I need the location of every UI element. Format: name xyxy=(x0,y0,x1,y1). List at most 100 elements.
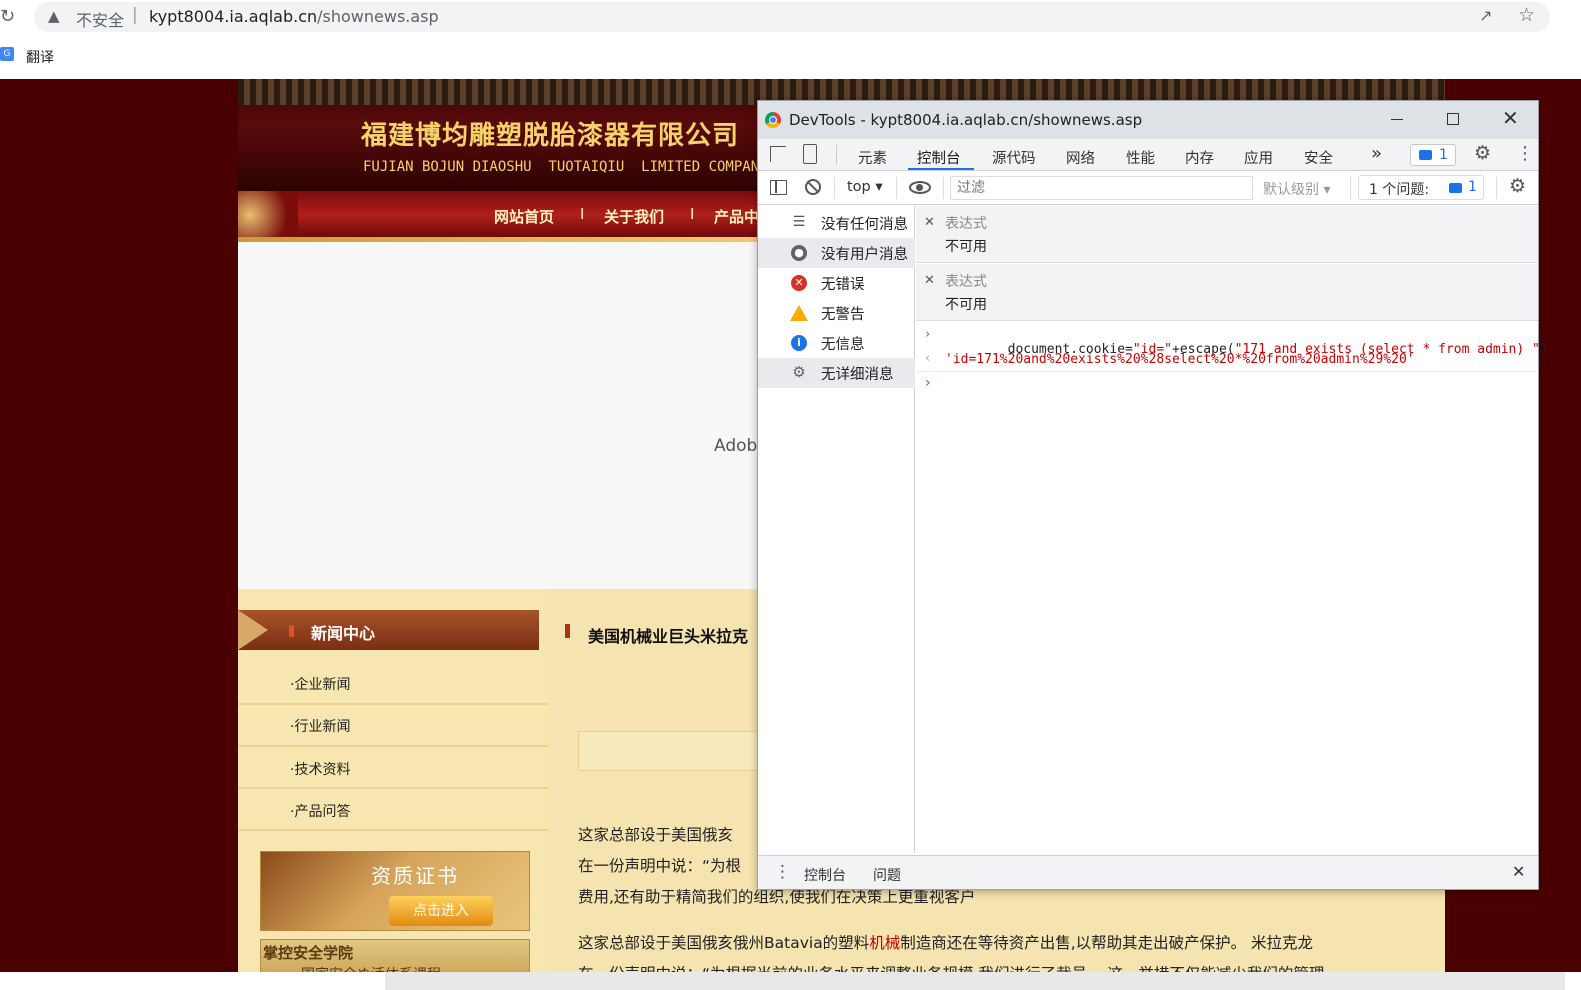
prompt-chevron-icon[interactable]: › xyxy=(925,375,931,391)
sidebar-item-all-messages[interactable]: ☰ 没有任何消息 xyxy=(758,208,915,238)
bottom-scrollbar[interactable] xyxy=(385,972,1565,990)
share-icon[interactable]: ↗ xyxy=(1479,6,1492,25)
warning-triangle-icon[interactable]: ▲ xyxy=(48,7,60,25)
settings-gear-icon[interactable]: ⚙ xyxy=(1474,142,1491,164)
drawer-menu-icon[interactable]: ⋮ xyxy=(774,862,791,882)
tool-separator xyxy=(1496,177,1497,199)
bullet-icon xyxy=(289,625,294,637)
minimize-icon[interactable] xyxy=(1391,119,1403,120)
expression-label[interactable]: 表达式 xyxy=(945,213,987,233)
nav-about[interactable]: 关于我们 xyxy=(604,206,664,227)
expression-label[interactable]: 表达式 xyxy=(945,271,987,291)
category-item[interactable]: ·企业新闻 xyxy=(290,674,350,694)
code-end: ) xyxy=(1539,342,1548,357)
console-result[interactable]: 'id=171%20and%20exists%20%28select%20*%2… xyxy=(945,352,1415,367)
console-input-row: › document.cookie="id="+escape("171 and … xyxy=(916,324,1548,357)
certificate-banner[interactable]: 资质证书 点击进入 xyxy=(260,851,530,931)
article-title: 美国机械业巨头米拉克 xyxy=(588,627,749,646)
more-tabs-icon[interactable]: » xyxy=(1371,143,1382,164)
article-paragraph: 在一份声明中说：“为根 xyxy=(578,857,742,875)
reload-icon[interactable]: ↻ xyxy=(0,6,18,27)
tab-memory[interactable]: 内存 xyxy=(1185,147,1214,168)
bug-icon: ⚙ xyxy=(792,363,806,381)
issues-badge[interactable]: 1 xyxy=(1410,144,1456,166)
news-center-title: 新闻中心 xyxy=(311,624,376,643)
clear-console-icon[interactable] xyxy=(805,179,821,195)
tool-separator xyxy=(834,177,835,199)
nav-home[interactable]: 网站首页 xyxy=(494,206,554,227)
tab-performance[interactable]: 性能 xyxy=(1126,147,1155,168)
tool-separator xyxy=(1350,177,1351,199)
devtools-title: DevTools - kypt8004.ia.aqlab.cn/shownews… xyxy=(789,111,1143,129)
divider xyxy=(238,745,548,747)
context-selector[interactable]: top ▾ xyxy=(847,179,883,195)
log-levels-dropdown[interactable]: 默认级别 ▾ xyxy=(1263,179,1330,199)
nav-separator: I xyxy=(580,205,585,223)
bookmark-star-icon[interactable]: ☆ xyxy=(1518,4,1535,26)
sidebar-item-user-messages[interactable]: ● 没有用户消息 xyxy=(758,238,915,268)
tool-separator xyxy=(943,177,944,199)
bookmark-translate[interactable]: 翻译 xyxy=(26,47,54,67)
cert-title: 资质证书 xyxy=(371,864,459,888)
warning-icon xyxy=(790,305,808,321)
drawer-tab-issues[interactable]: 问题 xyxy=(873,865,901,885)
divider xyxy=(238,787,548,789)
context-value: top xyxy=(847,179,871,195)
inspect-icon[interactable] xyxy=(770,146,786,162)
omnibox[interactable]: ▲ 不安全 | kypt8004.ia.aqlab.cn/shownews.as… xyxy=(34,2,1550,32)
chrome-logo-icon xyxy=(765,112,781,128)
title-bullet-icon xyxy=(565,624,570,638)
category-item[interactable]: ·技术资料 xyxy=(290,759,350,779)
divider xyxy=(238,703,548,705)
tab-sources[interactable]: 源代码 xyxy=(992,147,1036,168)
article-link-machinery[interactable]: 机械 xyxy=(869,934,900,952)
sidebar-item-errors[interactable]: ✕ 无错误 xyxy=(758,268,915,298)
expression-value: 不可用 xyxy=(945,297,987,313)
tab-elements[interactable]: 元素 xyxy=(858,147,887,168)
devtools-window: DevTools - kypt8004.ia.aqlab.cn/shownews… xyxy=(757,100,1548,890)
device-toolbar-icon[interactable] xyxy=(803,144,817,164)
badge-count: 1 xyxy=(1439,147,1448,163)
live-expression: ✕ 表达式 不可用 xyxy=(916,206,1538,263)
sidebar-toggle-icon[interactable] xyxy=(770,180,787,195)
article-paragraph: 这家总部设于美国俄亥 xyxy=(578,826,734,844)
bookmarks-bar: G 翻译 xyxy=(0,34,1581,79)
drawer-tab-console[interactable]: 控制台 xyxy=(804,865,846,885)
company-name-en: FUJIAN BOJUN DIAOSHU TUOTAIQIU LIMITED C… xyxy=(363,159,768,175)
close-icon[interactable]: ✕ xyxy=(1502,106,1519,130)
category-item[interactable]: ·产品问答 xyxy=(290,801,350,821)
console-settings-icon[interactable]: ⚙ xyxy=(1509,175,1526,197)
arrow-icon xyxy=(238,610,268,650)
active-tab-indicator xyxy=(908,168,974,170)
info-icon: i xyxy=(791,335,807,351)
sidebar-item-label: 无错误 xyxy=(821,277,865,293)
cert-enter-button[interactable]: 点击进入 xyxy=(389,896,493,926)
drawer-close-icon[interactable]: ✕ xyxy=(1512,862,1525,881)
expression-value: 不可用 xyxy=(945,239,987,255)
remove-expression-icon[interactable]: ✕ xyxy=(924,215,935,230)
academy-banner[interactable]: 掌控安全学院 国家安全ぬ活体系课程 xyxy=(260,939,530,972)
tab-application[interactable]: 应用 xyxy=(1244,147,1273,168)
sidebar-item-verbose[interactable]: ⚙ 无详细消息 xyxy=(758,358,915,388)
sidebar-item-warnings[interactable]: 无警告 xyxy=(758,298,915,328)
console-toolbar: top ▾ 默认级别 ▾ 1 个问题: 1 ⚙ xyxy=(758,171,1538,205)
news-center-header: 新闻中心 xyxy=(238,610,539,650)
issues-counter[interactable]: 1 个问题: 1 xyxy=(1358,175,1484,200)
sidebar-item-info[interactable]: i 无信息 xyxy=(758,328,915,358)
security-label[interactable]: 不安全 xyxy=(76,7,124,31)
remove-expression-icon[interactable]: ✕ xyxy=(924,273,935,288)
nav-ornament xyxy=(238,191,298,239)
tool-separator xyxy=(896,177,897,199)
tab-console[interactable]: 控制台 xyxy=(917,147,961,168)
eye-icon[interactable] xyxy=(909,181,931,194)
issues-label: 1 个问题: xyxy=(1369,182,1430,198)
maximize-icon[interactable] xyxy=(1447,113,1459,125)
category-item[interactable]: ·行业新闻 xyxy=(290,716,350,736)
tab-security[interactable]: 安全 xyxy=(1304,147,1333,168)
filter-input[interactable] xyxy=(950,176,1253,200)
issues-count: 1 xyxy=(1468,179,1477,195)
translate-icon: G xyxy=(0,47,14,61)
levels-label: 默认级别 xyxy=(1263,182,1319,198)
tab-network[interactable]: 网络 xyxy=(1066,147,1095,168)
kebab-menu-icon[interactable]: ⋮ xyxy=(1516,142,1534,166)
